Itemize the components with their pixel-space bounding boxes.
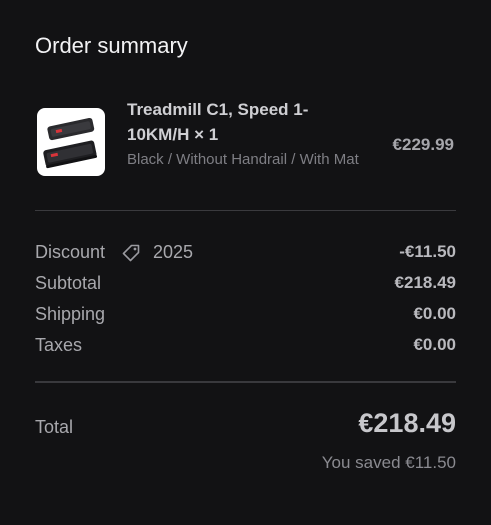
shipping-row: Shipping €0.00 [35,304,456,328]
subtotal-row: Subtotal €218.49 [35,273,456,297]
line-item: Treadmill C1, Speed 1-10KM/H × 1 Black /… [35,95,456,195]
savings-text: You saved €11.50 [321,453,456,472]
divider [35,381,456,383]
discount-value: -€11.50 [399,242,456,261]
discount-code: 2025 [153,242,194,262]
order-summary-title: Order summary [35,33,188,58]
subtotal-label: Subtotal [35,273,102,293]
shipping-label: Shipping [35,304,106,324]
discount-label: Discount [35,242,106,262]
product-price: €229.99 [392,135,454,154]
taxes-label: Taxes [35,335,83,355]
taxes-value: €0.00 [413,335,456,354]
product-thumbnail [37,108,105,176]
shipping-value: €0.00 [413,304,456,323]
product-variant: Black / Without Handrail / With Mat [127,151,359,168]
taxes-row: Taxes €0.00 [35,335,456,359]
tag-icon [121,243,141,263]
subtotal-value: €218.49 [394,273,456,292]
product-name: Treadmill C1, Speed 1-10KM/H × 1 [127,100,309,144]
total-value: €218.49 [358,408,456,438]
total-label: Total [35,417,74,437]
divider [35,210,456,211]
discount-row: Discount 2025 -€11.50 [35,242,456,266]
treadmill-image-icon [43,117,98,169]
